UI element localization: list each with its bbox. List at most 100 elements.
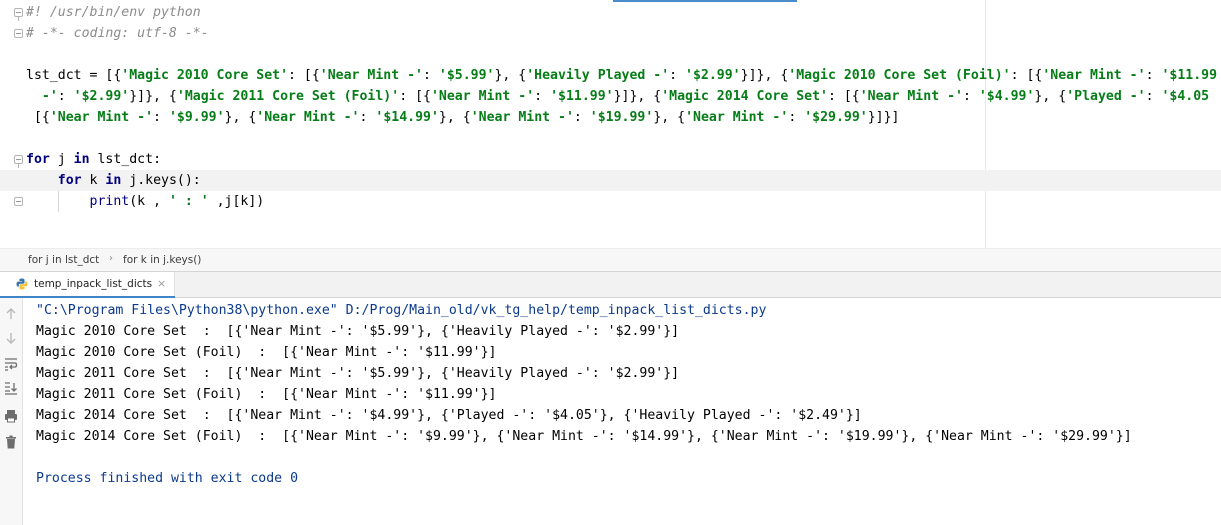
code-token: : xyxy=(788,110,805,125)
code-token: 'Played -' xyxy=(1066,89,1146,104)
code-token: lst_dct = [{ xyxy=(26,68,122,83)
code-token: : xyxy=(573,110,590,125)
trash-icon[interactable] xyxy=(3,434,19,450)
code-line[interactable] xyxy=(0,128,1221,149)
code-token: [{ xyxy=(26,110,50,125)
code-token: 'Magic 2011 Core Set (Foil)' xyxy=(176,89,400,104)
fold-toggle-icon[interactable] xyxy=(14,197,23,206)
fold-toggle-icon[interactable] xyxy=(14,29,23,38)
code-token: '$9.99' xyxy=(168,110,225,125)
code-token: 'Magic 2010 Core Set (Foil)' xyxy=(788,68,1011,83)
code-token: '$2.99' xyxy=(685,68,741,83)
code-token: : xyxy=(423,68,439,83)
breadcrumb-separator-icon: › xyxy=(109,253,113,264)
code-token: 'Near Mint -' xyxy=(470,110,574,125)
code-text: # -*- coding: utf-8 -*- xyxy=(26,23,209,44)
code-token: : xyxy=(1145,89,1162,104)
code-token: }]}, { xyxy=(613,89,662,104)
code-token: 'Near Mint -' xyxy=(256,110,360,125)
code-text: lst_dct = [{'Magic 2010 Core Set': [{'Ne… xyxy=(26,65,1217,86)
code-token: 'Near Mint -' xyxy=(49,110,154,125)
code-token: # -*- coding: utf-8 -*- xyxy=(26,26,209,41)
code-token: : [{ xyxy=(1010,68,1043,83)
code-token: ' : ' xyxy=(168,194,209,209)
code-token: 'Near Mint -' xyxy=(319,68,423,83)
tab-temp-inpack-list-dicts[interactable]: temp_inpack_list_dicts × xyxy=(0,272,175,298)
code-token: : xyxy=(1145,68,1162,83)
console-output-line: Magic 2014 Core Set (Foil) : [{'Near Min… xyxy=(36,429,1132,444)
code-text: for j in lst_dct: xyxy=(26,149,161,170)
print-icon[interactable] xyxy=(3,408,19,424)
code-token: : [{ xyxy=(399,89,431,104)
code-token: for xyxy=(26,152,50,167)
code-token: }, { xyxy=(653,110,686,125)
code-token: in xyxy=(73,152,90,167)
code-token: k xyxy=(81,173,106,188)
fold-toggle-icon[interactable] xyxy=(14,155,23,168)
run-tab-label: temp_inpack_list_dicts xyxy=(34,278,153,290)
code-token: : xyxy=(57,89,74,104)
code-token: for xyxy=(57,173,82,188)
code-line[interactable]: print(k , ' : ' ,j[k]) xyxy=(0,191,1221,212)
console-output-line: Magic 2010 Core Set : [{'Near Mint -': '… xyxy=(36,324,680,339)
code-token: 'Near Mint -' xyxy=(430,89,535,104)
code-line[interactable]: [{'Near Mint -': '$9.99'}, {'Near Mint -… xyxy=(0,107,1221,128)
arrow-down-icon[interactable] xyxy=(3,330,19,346)
run-console[interactable]: "C:\Program Files\Python38\python.exe" D… xyxy=(24,298,1221,525)
code-token: }]}, { xyxy=(740,68,789,83)
soft-wrap-icon[interactable] xyxy=(3,356,19,372)
code-token: '$4.05 xyxy=(1161,89,1210,104)
code-text: [{'Near Mint -': '$9.99'}, {'Near Mint -… xyxy=(26,107,900,128)
code-line[interactable]: for k in j.keys(): xyxy=(0,170,1221,191)
code-token: ,j[k]) xyxy=(208,194,265,209)
console-output-line: Magic 2010 Core Set (Foil) : [{'Near Min… xyxy=(36,345,497,360)
code-token: (k , xyxy=(129,194,169,209)
process-finished-message: Process finished with exit code 0 xyxy=(36,471,299,486)
console-command-line: "C:\Program Files\Python38\python.exe" D… xyxy=(36,303,767,318)
code-token: 'Near Mint -' xyxy=(1042,68,1146,83)
fold-toggle-icon[interactable] xyxy=(14,8,23,21)
code-token: j.keys(): xyxy=(121,173,201,188)
code-token: : [{ xyxy=(288,68,320,83)
code-text: for k in j.keys(): xyxy=(26,170,201,191)
code-token: }, { xyxy=(224,110,257,125)
code-token: 'Heavily Played -' xyxy=(526,68,670,83)
code-token: }]}, { xyxy=(129,89,177,104)
code-token: : [{ xyxy=(827,89,860,104)
code-editor[interactable]: #! /usr/bin/env python # -*- coding: utf-… xyxy=(0,0,1221,248)
run-tab-bar: temp_inpack_list_dicts × xyxy=(0,271,1221,298)
code-token: '$14.99' xyxy=(375,110,439,125)
code-token: }, { xyxy=(494,68,527,83)
code-token: in xyxy=(105,173,122,188)
code-text: #! /usr/bin/env python xyxy=(26,2,201,23)
code-token: '$11.99' xyxy=(550,89,614,104)
code-token: '$29.99' xyxy=(804,110,868,125)
code-token: : xyxy=(962,89,979,104)
code-line[interactable]: for j in lst_dct: xyxy=(0,149,1221,170)
code-token: j xyxy=(49,152,74,167)
code-token: #! /usr/bin/env python xyxy=(26,5,201,20)
code-text: -': '$2.99'}]}, {'Magic 2011 Core Set (F… xyxy=(26,86,1209,107)
scroll-to-end-icon[interactable] xyxy=(3,380,19,396)
code-token: : xyxy=(669,68,686,83)
console-toolbar xyxy=(0,298,23,525)
code-line[interactable]: #! /usr/bin/env python xyxy=(0,2,1221,23)
code-token: '$11.99 xyxy=(1161,68,1218,83)
breadcrumb-item-inner-loop[interactable]: for k in j.keys() xyxy=(123,254,201,266)
code-token: print xyxy=(89,194,130,209)
code-line[interactable] xyxy=(0,44,1221,65)
code-token: : xyxy=(359,110,376,125)
breadcrumb-item-outer-loop[interactable]: for j in lst_dct xyxy=(28,254,99,266)
code-token: 'Near Mint -' xyxy=(859,89,963,104)
python-icon xyxy=(16,278,28,290)
code-text: print(k , ' : ' ,j[k]) xyxy=(26,191,265,212)
code-line[interactable]: lst_dct = [{'Magic 2010 Core Set': [{'Ne… xyxy=(0,65,1221,86)
code-line[interactable]: # -*- coding: utf-8 -*- xyxy=(0,23,1221,44)
console-output-line: Magic 2014 Core Set : [{'Near Mint -': '… xyxy=(36,408,862,423)
code-line[interactable]: -': '$2.99'}]}, {'Magic 2011 Core Set (F… xyxy=(0,86,1221,107)
code-token: : xyxy=(153,110,169,125)
close-icon[interactable]: × xyxy=(157,277,166,290)
arrow-up-icon[interactable] xyxy=(3,306,19,322)
code-token: 'Magic 2010 Core Set' xyxy=(121,68,289,83)
